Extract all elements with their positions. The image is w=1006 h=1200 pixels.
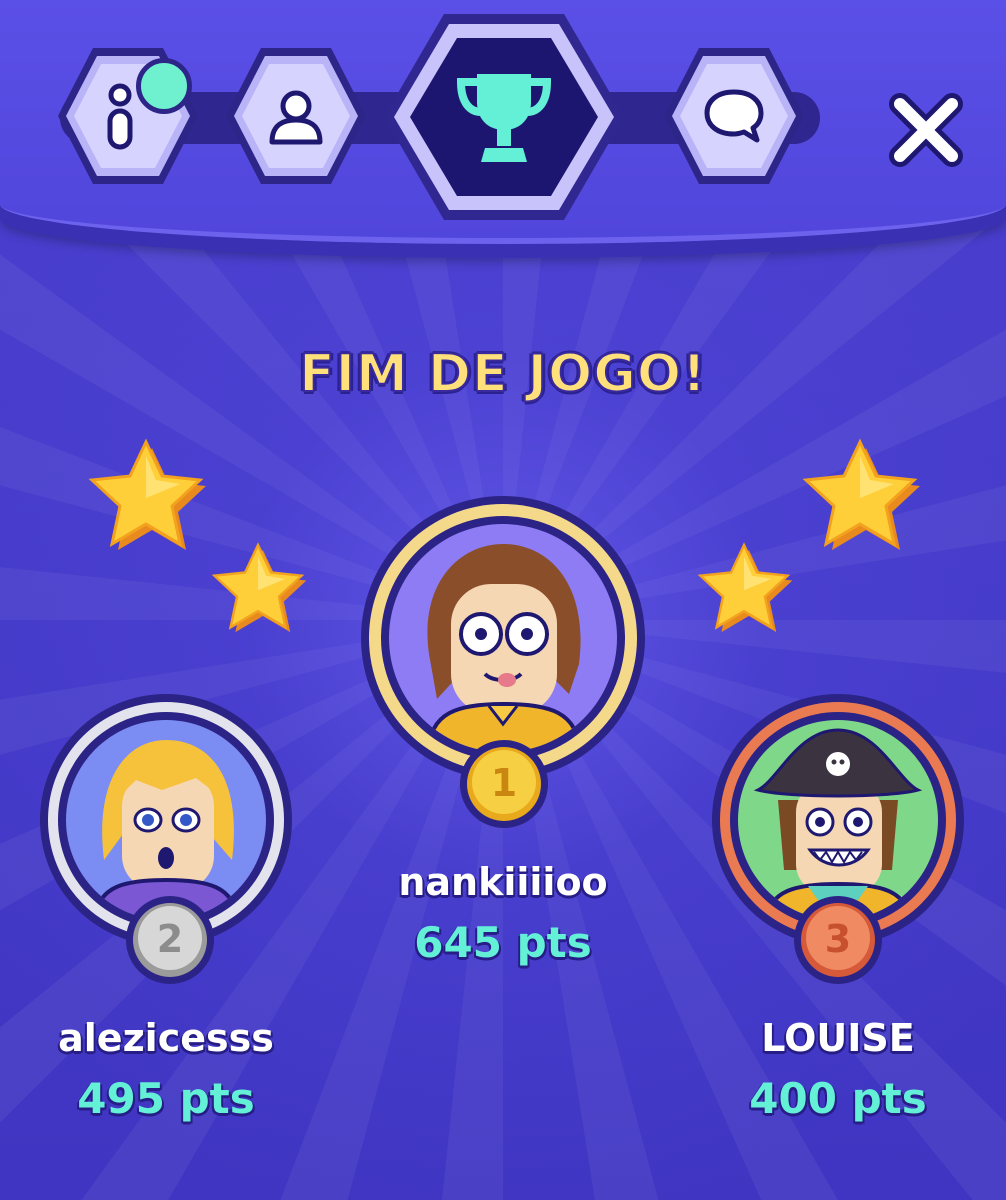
svg-text:3: 3	[825, 917, 851, 961]
player-name-second: alezicesss	[58, 1016, 274, 1060]
svg-text:2: 2	[157, 917, 183, 961]
tab-chat[interactable]	[664, 48, 804, 184]
bronze-medal-icon: 3	[794, 896, 882, 984]
player-score-third: 400 pts	[749, 1074, 927, 1123]
player-name-first: nankiiiioo	[398, 860, 608, 904]
star-icon	[211, 542, 307, 633]
tab-ranking[interactable]	[384, 14, 624, 220]
silver-medal-icon: 2	[126, 896, 214, 984]
game-over-title: FIM DE JOGO!	[298, 343, 707, 405]
star-icon	[802, 438, 920, 550]
star-icon	[88, 438, 206, 550]
chat-bubble-icon	[704, 89, 764, 143]
player-score-first: 645 pts	[414, 918, 592, 967]
player-score-second: 495 pts	[77, 1074, 255, 1123]
svg-text:1: 1	[491, 761, 517, 805]
gold-medal-icon: 1	[460, 740, 548, 828]
close-button[interactable]	[878, 82, 974, 178]
tab-info[interactable]	[58, 48, 198, 184]
user-icon	[269, 90, 323, 145]
trophy-icon	[456, 74, 552, 162]
notification-dot	[136, 58, 192, 114]
tab-players[interactable]	[226, 48, 366, 184]
tab-bar	[0, 0, 1006, 244]
star-icon	[697, 542, 793, 633]
close-icon	[889, 93, 963, 167]
player-name-third: LOUISE	[761, 1016, 915, 1060]
